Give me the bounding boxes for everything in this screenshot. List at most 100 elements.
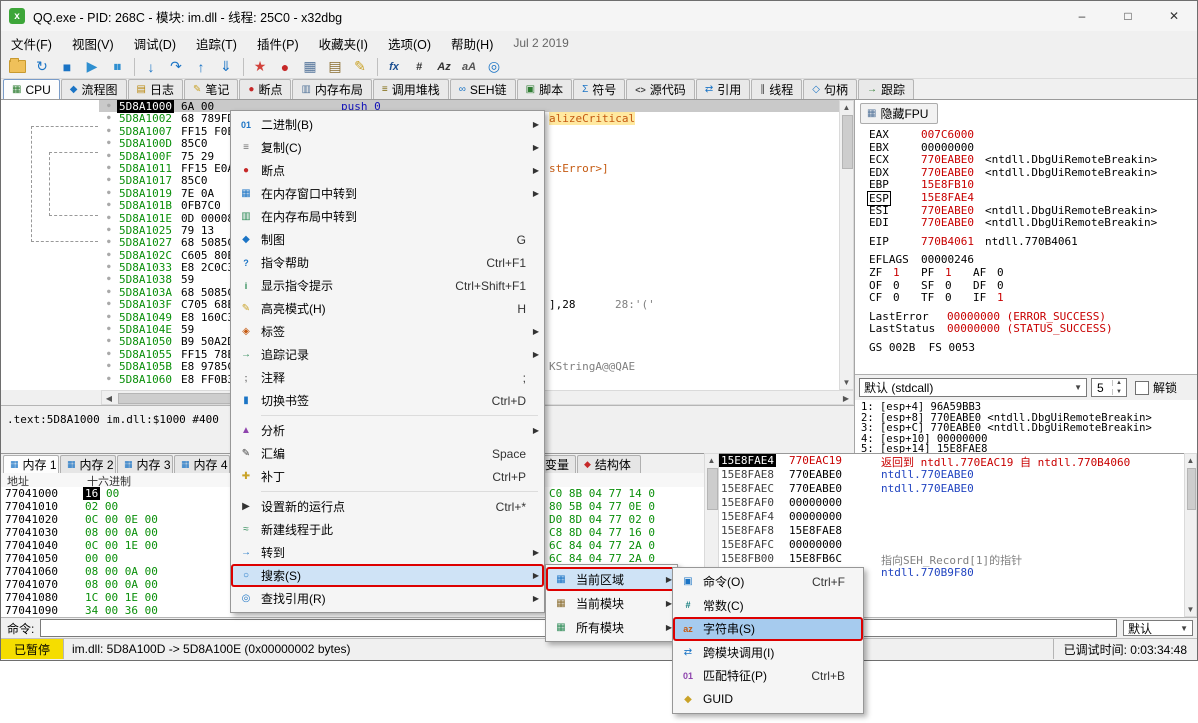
- menu-item-analysis[interactable]: ▲分析▶: [231, 419, 544, 442]
- run-icon[interactable]: ▶: [80, 56, 104, 78]
- register-line[interactable]: ESP15E8FAE4: [855, 191, 1197, 204]
- menu-item-constant[interactable]: #常数(C): [673, 594, 863, 618]
- tab-cpu[interactable]: ▦CPU: [3, 79, 60, 99]
- menu-item-highlight-mode[interactable]: ✎高亮模式(H)H: [231, 297, 544, 320]
- breakpoint-dot-icon[interactable]: ●: [107, 288, 111, 295]
- breakpoint-dot-icon[interactable]: ●: [107, 300, 111, 307]
- breakpoint-dot-icon[interactable]: ●: [107, 251, 111, 258]
- tab-symbols[interactable]: Σ符号: [573, 79, 625, 99]
- menu-item-binary[interactable]: 01二进制(B)▶: [231, 113, 544, 136]
- menu-item-copy[interactable]: ≡复制(C)▶: [231, 136, 544, 159]
- menu-item-goto-memory-layout[interactable]: ▥在内存布局中转到: [231, 205, 544, 228]
- scroll-thumb[interactable]: [707, 468, 718, 510]
- menu-item-intermodular-calls[interactable]: ⇄跨模块调用(I): [673, 641, 863, 665]
- register-line[interactable]: GS 002B FS 0053: [855, 341, 1197, 354]
- tab-handles[interactable]: ◇句柄: [803, 79, 857, 99]
- menu-item-instruction-help[interactable]: ?指令帮助Ctrl+F1: [231, 251, 544, 274]
- breakpoint-dot-icon[interactable]: ●: [107, 214, 111, 221]
- stack-row[interactable]: 15E8FAE4770EAC19返回到 ntdll.770EAC19 自 ntd…: [719, 454, 1184, 468]
- menu-item-string-references[interactable]: az字符串(S): [673, 617, 863, 641]
- menubar-item[interactable]: 调试(D): [124, 31, 186, 56]
- tab-call-stack[interactable]: ≡调用堆栈: [373, 79, 449, 99]
- breakpoint-dot-icon[interactable]: ●: [107, 226, 111, 233]
- pause-icon[interactable]: ▮▮: [105, 56, 129, 78]
- register-line[interactable]: CF0TF0IF1: [855, 291, 1197, 304]
- scroll-down-icon[interactable]: ▼: [1185, 605, 1196, 614]
- scroll-up-icon[interactable]: ▲: [1185, 456, 1196, 465]
- tab-seh[interactable]: ∞SEH链: [450, 79, 516, 99]
- tab-source[interactable]: <>源代码: [626, 79, 695, 99]
- breakpoint-dot-icon[interactable]: ●: [107, 263, 111, 270]
- menu-item-command[interactable]: ▣命令(O)Ctrl+F: [673, 570, 863, 594]
- tab-breakpoints[interactable]: ●断点: [239, 79, 291, 99]
- menubar-item[interactable]: 收藏夹(I): [309, 31, 378, 56]
- breakpoint-dot-icon[interactable]: ●: [107, 189, 111, 196]
- favourites-icon[interactable]: ★: [248, 56, 272, 78]
- breakpoint-dot-icon[interactable]: ●: [107, 201, 111, 208]
- stack-argument-line[interactable]: 1: [esp+4] 96A59BB3: [855, 401, 1197, 412]
- breakpoint-dot-icon[interactable]: ●: [107, 238, 111, 245]
- stack-argument-line[interactable]: 2: [esp+8] 770EABE0 <ntdll.DbgUiRemoteBr…: [855, 412, 1197, 423]
- menu-item-patch[interactable]: ✚补丁Ctrl+P: [231, 465, 544, 488]
- menu-item-comment[interactable]: ;注释;: [231, 366, 544, 389]
- pattern-icon[interactable]: #: [407, 56, 431, 78]
- tab-memory-map[interactable]: ▥内存布局: [292, 79, 371, 99]
- menu-item-current-module[interactable]: ▦当前模块▶: [546, 591, 677, 615]
- menu-item-search[interactable]: ○搜索(S)▶: [231, 564, 544, 587]
- menubar-item[interactable]: 追踪(T): [186, 31, 247, 56]
- register-line[interactable]: EAX007C6000: [855, 128, 1197, 141]
- menu-item-pattern[interactable]: 01匹配特征(P)Ctrl+B: [673, 664, 863, 688]
- breakpoint-dot-icon[interactable]: ●: [107, 362, 111, 369]
- maximize-button[interactable]: □: [1105, 1, 1151, 31]
- register-line[interactable]: ESI770EABE0<ntdll.DbgUiRemoteBreakin>: [855, 204, 1197, 217]
- open-file-icon[interactable]: [5, 56, 29, 78]
- register-line[interactable]: ECX770EABE0<ntdll.DbgUiRemoteBreakin>: [855, 153, 1197, 166]
- menu-item-new-thread-here[interactable]: ≈新建线程于此: [231, 518, 544, 541]
- menubar-item[interactable]: 帮助(H): [441, 31, 503, 56]
- breakpoint-dot-icon[interactable]: ●: [107, 164, 111, 171]
- run-to-user-code-icon[interactable]: ⇓: [214, 56, 238, 78]
- dump-tab-dump-1[interactable]: ▦内存 1: [3, 455, 59, 473]
- dump-tab-dump-4[interactable]: ▦内存 4: [174, 455, 230, 473]
- scroll-thumb[interactable]: [1187, 468, 1196, 510]
- menu-item-set-new-origin[interactable]: ▶设置新的运行点Ctrl+*: [231, 495, 544, 518]
- stack-row[interactable]: 15E8FB0015E8FB6C指向SEH_Record[1]的指针: [719, 552, 1184, 566]
- register-line[interactable]: EDX770EABE0<ntdll.DbgUiRemoteBreakin>: [855, 166, 1197, 179]
- menu-item-show-mnemonic-brief[interactable]: i显示指令提示Ctrl+Shift+F1: [231, 274, 544, 297]
- tab-graph[interactable]: ◆流程图: [61, 79, 127, 99]
- tab-log[interactable]: ▤日志: [128, 79, 183, 99]
- stack-row[interactable]: 15E8FAF400000000: [719, 510, 1184, 524]
- menu-item-assemble[interactable]: ✎汇编Space: [231, 442, 544, 465]
- menu-item-goto-memory-window[interactable]: ▦在内存窗口中转到▶: [231, 182, 544, 205]
- case-icon[interactable]: aA: [457, 56, 481, 78]
- argument-count-stepper[interactable]: 5 ▲ ▼: [1091, 378, 1127, 397]
- stack-argument-line[interactable]: 3: [esp+C] 770EABE0 <ntdll.DbgUiRemoteBr…: [855, 422, 1197, 433]
- register-line[interactable]: EBP15E8FB10: [855, 178, 1197, 191]
- register-line[interactable]: EBX00000000: [855, 141, 1197, 154]
- breakpoint-dot-icon[interactable]: ●: [107, 325, 111, 332]
- register-line[interactable]: LastError00000000 (ERROR_SUCCESS): [855, 310, 1197, 323]
- scroll-up-icon[interactable]: ▲: [705, 456, 718, 465]
- strings-icon[interactable]: Az: [432, 56, 456, 78]
- breakpoints-icon[interactable]: ●: [273, 56, 297, 78]
- internet-icon[interactable]: ◎: [482, 56, 506, 78]
- close-icon[interactable]: ■: [55, 56, 79, 78]
- calling-convention-select[interactable]: 默认 (stdcall) ▼: [859, 378, 1087, 397]
- scroll-left-icon[interactable]: ◀: [104, 394, 114, 403]
- notes-icon[interactable]: ✎: [348, 56, 372, 78]
- dump-tab-dump-2[interactable]: ▦内存 2: [60, 455, 116, 473]
- execute-till-return-icon[interactable]: ↑: [189, 56, 213, 78]
- register-line[interactable]: EDI770EABE0<ntdll.DbgUiRemoteBreakin>: [855, 216, 1197, 229]
- spin-down-icon[interactable]: ▼: [1112, 389, 1125, 395]
- stack-row[interactable]: 15E8FAE8770EABE0ntdll.770EABE0: [719, 468, 1184, 482]
- register-line[interactable]: OF0SF0DF0: [855, 279, 1197, 292]
- memory-map-icon[interactable]: ▦: [298, 56, 322, 78]
- menubar-item[interactable]: 视图(V): [62, 31, 124, 56]
- menu-item-goto[interactable]: →转到▶: [231, 541, 544, 564]
- register-line[interactable]: EIP770B4061ntdll.770B4061: [855, 235, 1197, 248]
- stack-argument-line[interactable]: 4: [esp+10] 00000000: [855, 433, 1197, 444]
- breakpoint-dot-icon[interactable]: ●: [107, 139, 111, 146]
- register-line[interactable]: LastStatus00000000 (STATUS_SUCCESS): [855, 322, 1197, 335]
- dump-tab-struct[interactable]: ◆结构体: [577, 455, 641, 473]
- breakpoint-dot-icon[interactable]: ●: [107, 313, 111, 320]
